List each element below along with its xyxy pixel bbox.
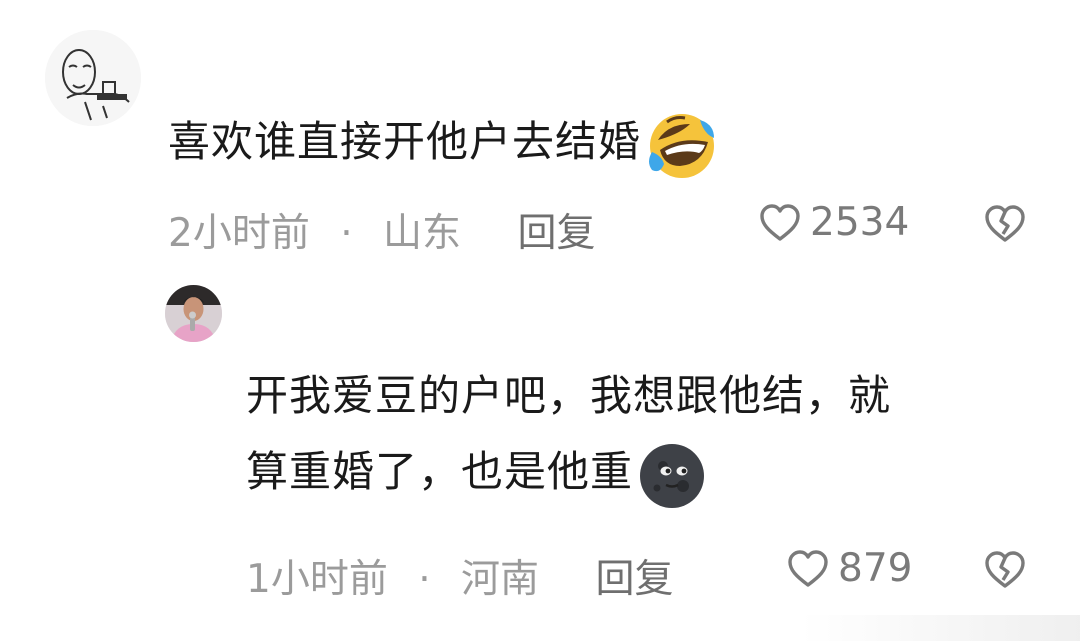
comment-text: 喜欢谁直接开他户去结婚	[168, 104, 719, 182]
like-count: 2534	[810, 200, 910, 245]
comment-location: 山东	[383, 211, 462, 256]
heart-icon	[786, 549, 830, 589]
like-count: 879	[838, 546, 913, 591]
dislike-button[interactable]	[983, 550, 1027, 590]
comment-meta: 1小时前 · 河南 回复	[246, 548, 673, 604]
broken-heart-icon	[985, 205, 1025, 242]
comment-text: 开我爱豆的户吧，我想跟他结，就 算重婚了，也是他重	[246, 358, 1046, 510]
meme-face-avatar-icon	[45, 30, 141, 126]
reply-button[interactable]: 回复	[517, 211, 595, 256]
comment-meta: 2小时前 · 山东 回复	[168, 202, 595, 258]
avatar[interactable]	[165, 285, 222, 342]
like-button[interactable]: 2534	[758, 200, 909, 245]
comment-body-line-2: 算重婚了，也是他重	[246, 447, 634, 496]
heart-icon	[758, 203, 802, 243]
comment-body-line-1: 开我爱豆的户吧，我想跟他结，就	[246, 371, 892, 420]
meta-separator: ·	[418, 557, 431, 602]
new-moon-face-emoji-icon	[635, 440, 707, 510]
rolling-laughing-emoji-icon	[643, 108, 719, 182]
comment-body: 喜欢谁直接开他户去结婚	[168, 117, 642, 166]
comment-time: 2小时前	[168, 211, 310, 256]
person-avatar-icon	[165, 285, 222, 342]
comment-time: 1小时前	[246, 557, 388, 602]
meta-separator: ·	[340, 211, 353, 256]
comment-body-line-2-wrap: 算重婚了，也是他重	[246, 434, 1046, 510]
avatar[interactable]	[45, 30, 141, 126]
watermark-fade	[800, 615, 1080, 641]
comment-location: 河南	[461, 557, 540, 602]
dislike-button[interactable]	[983, 204, 1027, 244]
reply-button[interactable]: 回复	[595, 557, 673, 602]
broken-heart-icon	[985, 551, 1025, 588]
like-button[interactable]: 879	[786, 546, 912, 591]
